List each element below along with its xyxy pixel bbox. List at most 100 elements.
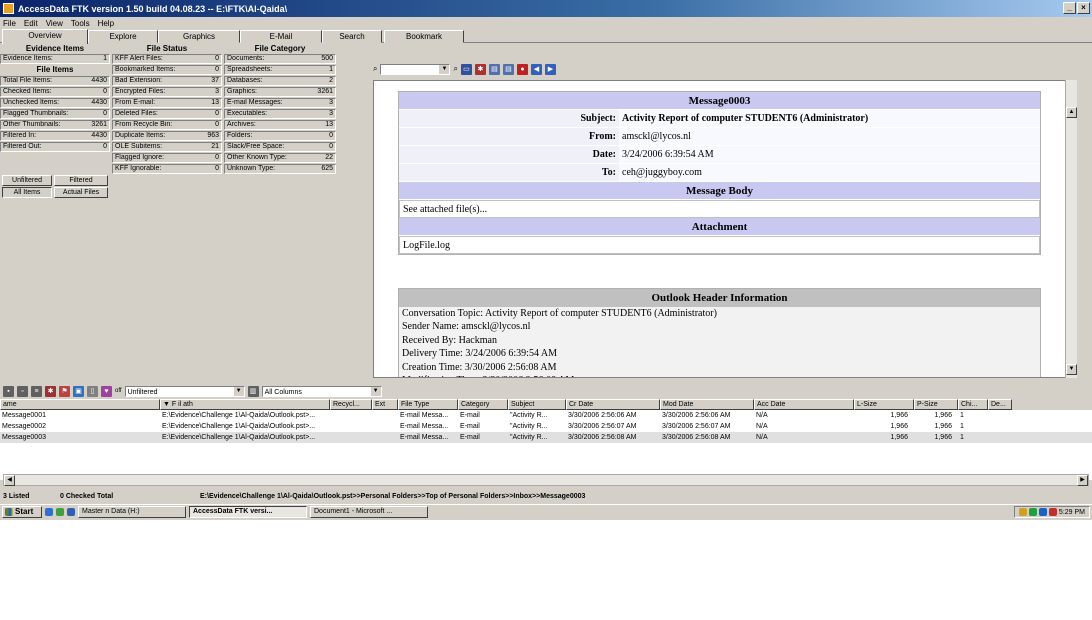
back-icon[interactable]: ◀ (530, 63, 542, 75)
column-header[interactable]: P-Size (914, 399, 958, 410)
scroll-up-icon[interactable]: ▲ (1066, 107, 1077, 118)
tab-overview[interactable]: Overview (2, 29, 88, 44)
column-header[interactable]: Chi... (958, 399, 988, 410)
file-items-row[interactable]: Filtered In: 4430 (0, 131, 110, 141)
actual-files-button[interactable]: Actual Files (54, 187, 108, 198)
scroll-left-icon[interactable]: ◀ (4, 475, 15, 486)
ie-icon[interactable] (45, 507, 53, 516)
file-status-row[interactable]: From E-mail: 13 (112, 98, 222, 108)
column-header[interactable]: ame (0, 399, 160, 410)
column-header[interactable]: Ext (372, 399, 398, 410)
scroll-down-icon[interactable]: ▼ (1066, 364, 1077, 375)
table-row[interactable]: Message0001 E:\Evidence\Challenge 1\Al-Qa… (0, 410, 1092, 421)
file-status-row[interactable]: Bad Extension: 37 (112, 76, 222, 86)
columns-select[interactable]: All Columns ▼ (261, 385, 382, 397)
menu-edit[interactable]: Edit (24, 19, 38, 28)
tray-icon[interactable] (1038, 508, 1047, 516)
copy-files-icon[interactable]: ▣ (73, 385, 84, 397)
print-icon[interactable]: ▤ (502, 63, 514, 75)
task-ftk[interactable]: AccessData FTK versi... (189, 505, 307, 518)
file-category-row[interactable]: Other Known Type: 22 (224, 153, 336, 163)
menu-view[interactable]: View (46, 19, 63, 28)
column-header[interactable]: Cr Date (566, 399, 660, 410)
tab-email[interactable]: E-Mail (240, 30, 322, 43)
copy-icon[interactable]: ▭ (460, 63, 472, 75)
file-category-row[interactable]: Documents: 500 (224, 54, 336, 64)
file-category-row[interactable]: Spreadsheets: 1 (224, 65, 336, 75)
document-icon[interactable]: ▯ (87, 385, 98, 397)
file-items-row[interactable]: Unchecked Items: 4430 (0, 98, 110, 108)
explorer-icon[interactable] (67, 507, 75, 516)
tab-explore[interactable]: Explore (88, 30, 158, 43)
menu-tools[interactable]: Tools (71, 19, 90, 28)
tab-search[interactable]: Search (322, 30, 382, 43)
column-header[interactable]: Acc Date (754, 399, 854, 410)
file-category-row[interactable]: Graphics: 3261 (224, 87, 336, 97)
filtered-button[interactable]: Filtered (54, 175, 108, 186)
column-header[interactable]: Category (458, 399, 508, 410)
unfiltered-button[interactable]: Unfiltered (2, 175, 52, 186)
filter-icon[interactable]: ♥ (101, 385, 112, 397)
evidence-items-count[interactable]: Evidence Items: 1 (0, 54, 110, 64)
stop-icon[interactable]: ● (516, 63, 528, 75)
task-master-data[interactable]: Master n Data (H:) (78, 505, 186, 518)
list-horizontal-scrollbar[interactable]: ◀ ▶ (3, 474, 1089, 486)
file-status-row[interactable]: OLE Subitems: 21 (112, 142, 222, 152)
file-category-row[interactable]: Databases: 2 (224, 76, 336, 86)
tab-bookmark[interactable]: Bookmark (384, 30, 464, 43)
file-items-row[interactable]: Checked Items: 0 (0, 87, 110, 97)
file-status-row[interactable]: Deleted Files: 0 (112, 109, 222, 119)
file-status-row[interactable]: Duplicate Items: 963 (112, 131, 222, 141)
all-items-button[interactable]: All Items (2, 187, 52, 198)
file-category-row[interactable]: Unknown Type: 625 (224, 164, 336, 174)
file-status-row[interactable]: From Recycle Bin: 0 (112, 120, 222, 130)
file-status-row[interactable]: Bookmarked Items: 0 (112, 65, 222, 75)
menu-file[interactable]: File (3, 19, 16, 28)
close-button[interactable]: × (1077, 2, 1090, 14)
start-button[interactable]: Start (2, 505, 42, 518)
file-category-row[interactable]: E-mail Messages: 3 (224, 98, 336, 108)
filter-select[interactable]: Unfiltered ▼ (124, 385, 245, 397)
tray-icon[interactable] (1018, 508, 1027, 516)
file-category-row[interactable]: Archives: 13 (224, 120, 336, 130)
file-status-row[interactable]: KFF Alert Files: 0 (112, 54, 222, 64)
export-icon[interactable]: ▤ (488, 63, 500, 75)
file-status-row[interactable]: Flagged Ignore: 0 (112, 153, 222, 163)
file-category-row[interactable]: Folders: 0 (224, 131, 336, 141)
tray-icon[interactable] (1048, 508, 1057, 516)
columns-icon[interactable]: ▥ (247, 385, 259, 397)
column-header[interactable]: L-Size (854, 399, 914, 410)
tab-graphics[interactable]: Graphics (158, 30, 240, 43)
table-row[interactable]: Message0002 E:\Evidence\Challenge 1\Al-Qa… (0, 421, 1092, 432)
file-items-row[interactable]: Filtered Out: 0 (0, 142, 110, 152)
uncheck-all-icon[interactable]: ▫ (17, 385, 28, 397)
search-icon[interactable]: ⌕ (373, 64, 377, 74)
list-view-icon[interactable]: ≡ (31, 385, 42, 397)
find-combo[interactable]: ▼ (380, 63, 451, 75)
file-items-row[interactable]: Other Thumbnails: 3261 (0, 120, 110, 130)
chevron-down-icon[interactable]: ▼ (370, 386, 381, 396)
file-items-row[interactable]: Flagged Thumbnails: 0 (0, 109, 110, 119)
file-items-row[interactable]: Total File Items: 4430 (0, 76, 110, 86)
column-header[interactable]: File Type (398, 399, 458, 410)
file-status-row[interactable]: Encrypted Files: 3 (112, 87, 222, 97)
table-row[interactable]: Message0003 E:\Evidence\Challenge 1\Al-Qa… (0, 432, 1092, 443)
attachment-link[interactable]: LogFile.log (399, 236, 1040, 254)
chevron-down-icon[interactable]: ▼ (233, 386, 244, 396)
tray-icon[interactable] (1028, 508, 1037, 516)
column-header[interactable]: Subject (508, 399, 566, 410)
column-header[interactable]: Recycl... (330, 399, 372, 410)
column-header[interactable]: ▼ F il ath (160, 399, 330, 410)
forward-icon[interactable]: ▶ (544, 63, 556, 75)
file-category-row[interactable]: Slack/Free Space: 0 (224, 142, 336, 152)
check-all-icon[interactable]: ▪ (3, 385, 14, 397)
flag-icon[interactable]: ⚑ (59, 385, 70, 397)
file-status-row[interactable]: KFF Ignorable: 0 (112, 164, 222, 174)
bookmark-icon[interactable]: ✱ (474, 63, 486, 75)
find-next-icon[interactable]: ⌕ (453, 64, 457, 74)
scroll-right-icon[interactable]: ▶ (1077, 475, 1088, 486)
file-category-row[interactable]: Executables: 3 (224, 109, 336, 119)
minimize-button[interactable]: _ (1063, 2, 1076, 14)
menu-help[interactable]: Help (98, 19, 114, 28)
bookmark-selected-icon[interactable]: ✱ (45, 385, 56, 397)
